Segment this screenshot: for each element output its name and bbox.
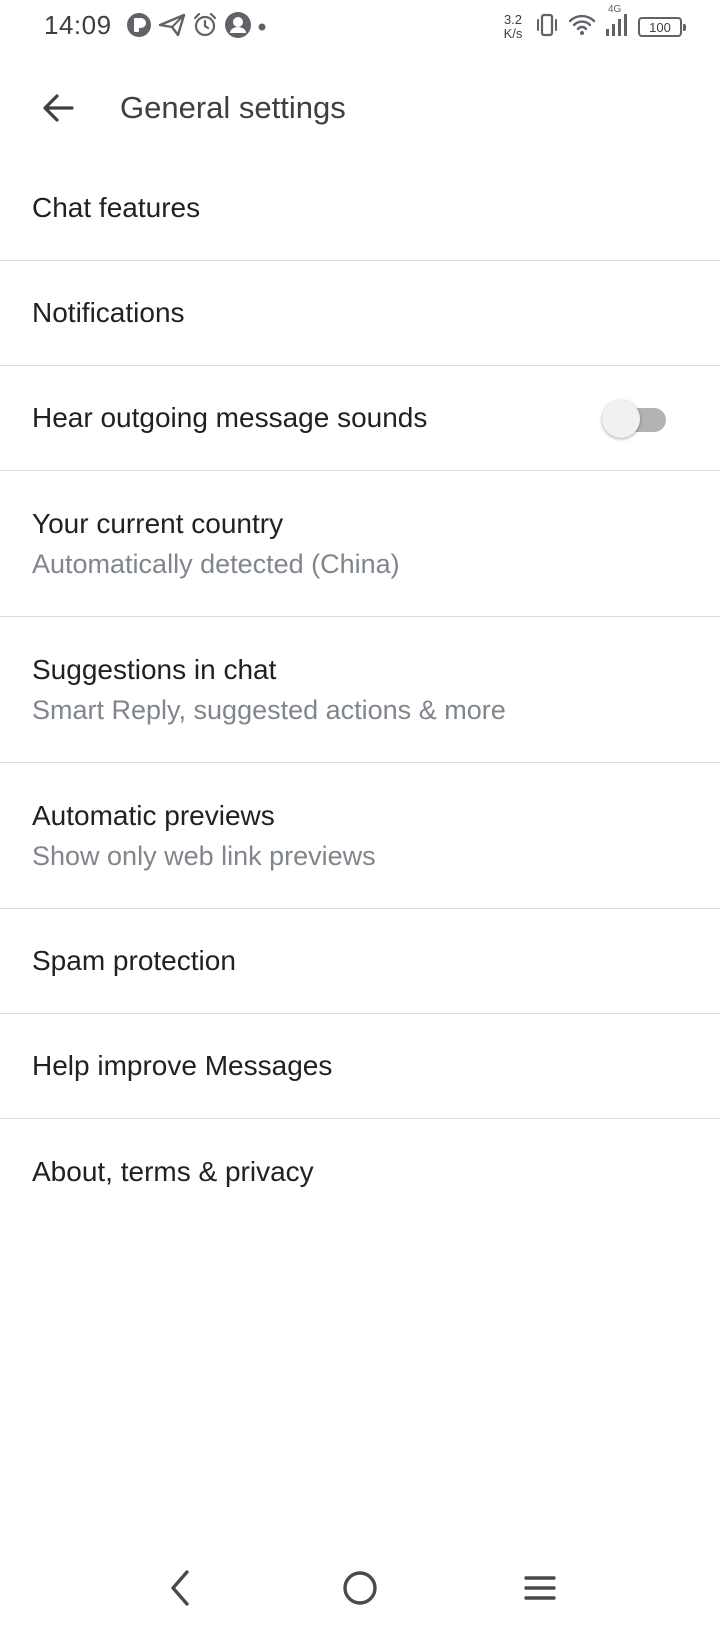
network-type-label: 4G: [608, 3, 622, 15]
setting-title: Notifications: [32, 297, 185, 328]
status-time: 14:09: [44, 10, 112, 40]
setting-automatic-previews[interactable]: Automatic previews Show only web link pr…: [0, 763, 720, 909]
setting-outgoing-sounds[interactable]: Hear outgoing message sounds: [0, 366, 720, 471]
nav-back-icon: [165, 1568, 195, 1613]
setting-title: Chat features: [32, 192, 201, 223]
nav-home-icon: [341, 1569, 379, 1612]
status-right-icons: 3.2 K/s 4G 100: [500, 4, 686, 44]
nav-menu-button[interactable]: [512, 1562, 568, 1618]
battery-icon: 100: [638, 17, 686, 37]
signal-icon: 4G: [604, 4, 630, 43]
settings-list: Chat features Notifications Hear outgoin…: [0, 156, 720, 1224]
nav-back-button[interactable]: [152, 1562, 208, 1618]
setting-current-country[interactable]: Your current country Automatically detec…: [0, 471, 720, 617]
status-left-icons: [126, 11, 266, 44]
setting-about-terms-privacy[interactable]: About, terms & privacy: [0, 1119, 720, 1224]
nav-home-button[interactable]: [332, 1562, 388, 1618]
setting-subtitle: Smart Reply, suggested actions & more: [32, 694, 506, 725]
setting-title: About, terms & privacy: [32, 1155, 314, 1187]
avatar-notification-icon: [224, 11, 252, 44]
setting-title: Suggestions in chat: [32, 653, 277, 685]
setting-title: Automatic previews: [32, 799, 275, 831]
arrow-back-icon: [40, 90, 76, 131]
net-speed-unit: K/s: [503, 26, 523, 41]
setting-title: Help improve Messages: [32, 1050, 333, 1081]
alarm-icon: [192, 12, 218, 43]
system-nav-bar: [0, 1540, 720, 1640]
setting-title: Spam protection: [32, 945, 236, 976]
nav-menu-icon: [522, 1573, 558, 1608]
setting-chat-features[interactable]: Chat features: [0, 156, 720, 261]
setting-subtitle: Automatically detected (China): [32, 548, 400, 579]
outgoing-sounds-toggle[interactable]: [602, 398, 668, 438]
wifi-icon: [568, 13, 596, 42]
battery-level: 100: [649, 19, 671, 35]
vibrate-icon: [534, 12, 560, 43]
app-notification-icon: [126, 12, 152, 43]
setting-help-improve[interactable]: Help improve Messages: [0, 1014, 720, 1119]
net-speed-value: 3.2: [503, 12, 523, 27]
setting-notifications[interactable]: Notifications: [0, 261, 720, 366]
page-title: General settings: [120, 90, 346, 125]
status-bar: 14:09 3.2 K/s 4G 100: [0, 0, 720, 54]
toggle-thumb: [602, 400, 640, 438]
more-dot-icon: [258, 18, 266, 36]
back-button[interactable]: [30, 82, 86, 138]
setting-subtitle: Show only web link previews: [32, 840, 376, 871]
setting-title: Your current country: [32, 507, 284, 539]
setting-spam-protection[interactable]: Spam protection: [0, 909, 720, 1014]
send-icon: [158, 13, 186, 42]
net-speed: 3.2 K/s: [500, 13, 526, 41]
app-bar: General settings: [0, 62, 720, 158]
setting-suggestions-in-chat[interactable]: Suggestions in chat Smart Reply, suggest…: [0, 617, 720, 763]
